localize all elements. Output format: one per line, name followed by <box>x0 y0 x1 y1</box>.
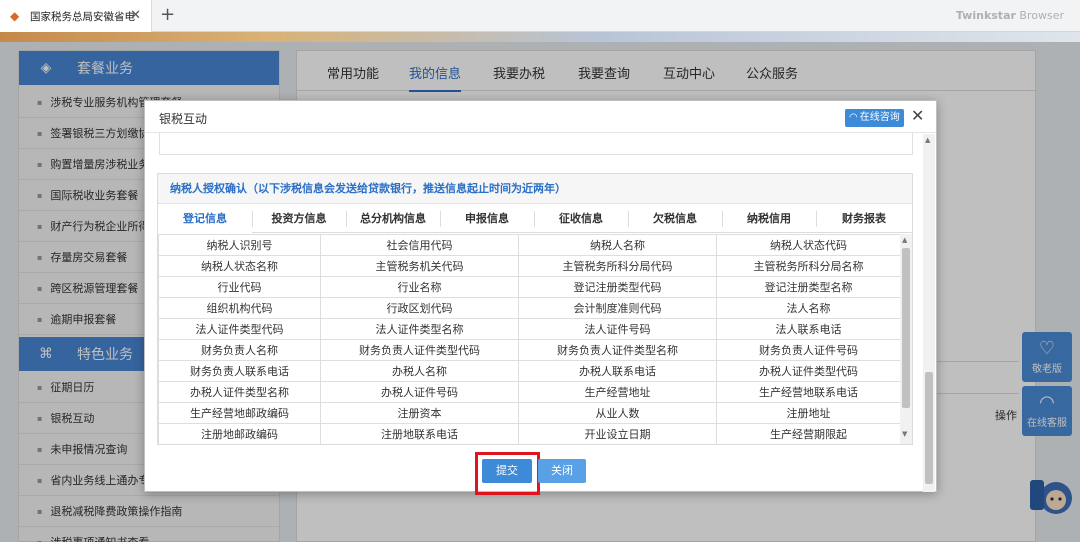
submit-button[interactable]: 提交 <box>482 459 532 483</box>
info-tabs: 登记信息 投资方信息 总分机构信息 申报信息 征收信息 欠税信息 纳税信用 财务报表 <box>158 205 912 233</box>
field-cell: 法人证件号码 <box>518 318 717 340</box>
site-favicon-icon: ◆ <box>10 9 20 23</box>
field-cell: 办税人证件类型代码 <box>716 360 901 382</box>
table-row: 组织机构代码 行政区划代码 会计制度准则代码 法人名称 <box>158 297 901 319</box>
field-cell: 办税人名称 <box>320 360 519 382</box>
field-cell: 行政区划代码 <box>320 297 519 319</box>
field-cell: 纳税人名称 <box>518 234 717 256</box>
browser-brand: Twinkstar Browser <box>956 9 1064 22</box>
field-cell: 财务负责人联系电话 <box>158 360 321 382</box>
field-cell: 注册地邮政编码 <box>158 423 321 444</box>
table-row: 纳税人状态名称 主管税务机关代码 主管税务所科分局代码 主管税务所科分局名称 <box>158 255 901 277</box>
field-cell: 开业设立日期 <box>518 423 717 444</box>
online-consult-button[interactable]: ◠ 在线咨询 <box>845 109 904 127</box>
field-cell: 注册地址 <box>716 402 901 424</box>
table-row: 注册地邮政编码 注册地联系电话 开业设立日期 生产经营期限起 <box>158 423 901 444</box>
previous-panel <box>159 133 913 155</box>
field-cell: 会计制度准则代码 <box>518 297 717 319</box>
info-tab[interactable]: 征收信息 <box>534 205 628 233</box>
info-tab[interactable]: 登记信息 <box>158 205 252 233</box>
bank-tax-modal: 银税互动 ◠ 在线咨询 ✕ 纳税人授权确认（以下涉税信息会发送给贷款银行，推送信息… <box>144 100 937 495</box>
field-cell: 法人证件类型名称 <box>320 318 519 340</box>
field-cell: 纳税人识别号 <box>158 234 321 256</box>
modal-scrollbar[interactable]: ▲ <box>923 134 935 492</box>
modal-close-icon[interactable]: ✕ <box>911 107 924 125</box>
table-row: 财务负责人名称 财务负责人证件类型代码 财务负责人证件类型名称 财务负责人证件号码 <box>158 339 901 361</box>
info-tab[interactable]: 投资方信息 <box>252 205 346 233</box>
info-tab[interactable]: 纳税信用 <box>722 205 816 233</box>
field-cell: 注册资本 <box>320 402 519 424</box>
fields-table: 纳税人识别号 社会信用代码 纳税人名称 纳税人状态代码 纳税人状态名称 主管税务机关代码主… <box>158 234 901 444</box>
field-cell: 主管税务所科分局代码 <box>518 255 717 277</box>
site-banner <box>0 32 1080 42</box>
table-row: 办税人证件类型名称 办税人证件号码 生产经营地址 生产经营地联系电话 <box>158 381 901 403</box>
field-cell: 生产经营地联系电话 <box>716 381 901 403</box>
authorization-title: 纳税人授权确认（以下涉税信息会发送给贷款银行，推送信息起止时间为近两年） <box>158 174 912 204</box>
field-cell: 主管税务机关代码 <box>320 255 519 277</box>
field-cell: 从业人数 <box>518 402 717 424</box>
browser-tab-bar: ◆ 国家税务总局安徽省电 ✕ + Twinkstar Browser <box>0 0 1080 32</box>
online-consult-label: 在线咨询 <box>859 112 900 123</box>
field-cell: 财务负责人证件号码 <box>716 339 901 361</box>
field-cell: 纳税人状态名称 <box>158 255 321 277</box>
field-cell: 财务负责人证件类型名称 <box>518 339 717 361</box>
browser-tab-title: 国家税务总局安徽省电 <box>30 10 135 23</box>
modal-header: 银税互动 ◠ 在线咨询 ✕ <box>145 101 936 133</box>
scroll-up-icon[interactable]: ▲ <box>925 136 930 144</box>
field-cell: 登记注册类型代码 <box>518 276 717 298</box>
browser-tab[interactable]: ◆ 国家税务总局安徽省电 ✕ <box>0 0 152 32</box>
grid-scroll-thumb[interactable] <box>902 248 910 408</box>
fields-grid: 纳税人识别号 社会信用代码 纳税人名称 纳税人状态代码 纳税人状态名称 主管税务机关代码主… <box>158 234 912 444</box>
field-cell: 法人名称 <box>716 297 901 319</box>
field-cell: 财务负责人证件类型代码 <box>320 339 519 361</box>
field-cell: 办税人证件类型名称 <box>158 381 321 403</box>
table-row: 生产经营地邮政编码 注册资本 从业人数 注册地址 <box>158 402 901 424</box>
table-row: 法人证件类型代码 法人证件类型名称 法人证件号码 法人联系电话 <box>158 318 901 340</box>
table-row: 行业代码 行业名称 登记注册类型代码 登记注册类型名称 <box>158 276 901 298</box>
field-cell: 纳税人状态代码 <box>716 234 901 256</box>
modal-title: 银税互动 <box>159 112 208 126</box>
headset-icon: ◠ <box>849 112 858 123</box>
table-row: 纳税人识别号 社会信用代码 纳税人名称 纳税人状态代码 <box>158 234 901 256</box>
table-row: 财务负责人联系电话 办税人名称 办税人联系电话 办税人证件类型代码 <box>158 360 901 382</box>
new-tab-button[interactable]: + <box>160 6 175 24</box>
field-cell: 办税人证件号码 <box>320 381 519 403</box>
brand-name: Twinkstar <box>955 9 1016 22</box>
field-cell: 生产经营地址 <box>518 381 717 403</box>
field-cell: 注册地联系电话 <box>320 423 519 444</box>
field-cell: 办税人联系电话 <box>518 360 717 382</box>
field-cell: 社会信用代码 <box>320 234 519 256</box>
field-cell: 法人证件类型代码 <box>158 318 321 340</box>
field-cell: 组织机构代码 <box>158 297 321 319</box>
field-cell: 主管税务所科分局名称 <box>716 255 901 277</box>
scroll-up-icon[interactable]: ▲ <box>902 236 907 244</box>
info-tab[interactable]: 总分机构信息 <box>346 205 440 233</box>
modal-scroll-thumb[interactable] <box>925 372 933 484</box>
field-cell: 法人联系电话 <box>716 318 901 340</box>
field-cell: 登记注册类型名称 <box>716 276 901 298</box>
brand-suffix: Browser <box>1015 9 1064 22</box>
field-cell: 生产经营地邮政编码 <box>158 402 321 424</box>
field-cell: 行业名称 <box>320 276 519 298</box>
close-button[interactable]: 关闭 <box>538 459 586 483</box>
field-cell: 生产经营期限起 <box>716 423 901 444</box>
info-tab[interactable]: 申报信息 <box>440 205 534 233</box>
authorization-panel: 纳税人授权确认（以下涉税信息会发送给贷款银行，推送信息起止时间为近两年） 登记信… <box>157 173 913 445</box>
close-tab-icon[interactable]: ✕ <box>130 9 141 22</box>
grid-scrollbar[interactable]: ▲ ▼ <box>900 234 912 444</box>
info-tab[interactable]: 欠税信息 <box>628 205 722 233</box>
field-cell: 行业代码 <box>158 276 321 298</box>
field-cell: 财务负责人名称 <box>158 339 321 361</box>
scroll-down-icon[interactable]: ▼ <box>902 430 907 438</box>
info-tab[interactable]: 财务报表 <box>816 205 912 233</box>
